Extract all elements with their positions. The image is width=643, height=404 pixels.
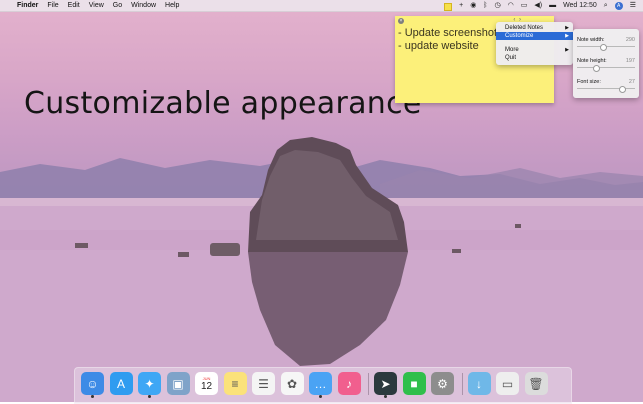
battery-icon[interactable]: ▬ xyxy=(549,0,556,11)
dock-separator xyxy=(368,373,369,395)
system-preferences-icon[interactable]: ⚙ xyxy=(431,372,454,395)
note-height-slider-knob[interactable] xyxy=(592,65,600,72)
close-note-icon[interactable]: × xyxy=(398,18,404,24)
messages-icon[interactable]: … xyxy=(309,372,332,398)
font-size-value: 27 xyxy=(628,79,635,85)
timemachine-icon[interactable]: ◷ xyxy=(495,0,501,11)
photos-icon-glyph: ✿ xyxy=(286,376,298,391)
dock-separator xyxy=(461,373,463,395)
note-height-label: Note height: xyxy=(577,58,607,64)
menu-item-quit[interactable]: Quit xyxy=(496,54,573,62)
menu-window[interactable]: Window xyxy=(131,0,156,11)
downloads-icon-glyph: ↓ xyxy=(476,376,482,391)
note-width-label: Note width: xyxy=(577,37,605,43)
font-size-slider-knob[interactable] xyxy=(619,86,627,93)
headline-text: Customizable appearance xyxy=(24,86,422,121)
menu-view[interactable]: View xyxy=(89,0,104,11)
note-content[interactable]: - Update screenshots - update website xyxy=(398,27,503,53)
submenu-arrow-icon: ▶ xyxy=(565,25,569,31)
trash-icon-glyph: 🗑 xyxy=(528,376,544,391)
search-icon[interactable]: ⌕ xyxy=(604,0,608,11)
customize-panel: Note width: 290 Note height: 197 Font si… xyxy=(573,29,639,98)
stickies-icon-glyph: ➤ xyxy=(380,376,391,391)
reminders-icon[interactable]: ☰ xyxy=(252,372,275,395)
notes-icon[interactable]: ≡ xyxy=(223,372,247,395)
menu-file[interactable]: File xyxy=(47,0,58,11)
app-store-icon-glyph: A xyxy=(116,376,125,391)
note-height-value: 197 xyxy=(625,58,635,64)
safari-icon-glyph: ✦ xyxy=(144,376,155,391)
font-size-slider[interactable] xyxy=(577,88,635,89)
submenu-arrow-icon: ▶ xyxy=(565,33,569,39)
system-preferences-icon-glyph: ⚙ xyxy=(437,376,448,391)
add-note-icon[interactable]: + xyxy=(459,0,463,11)
notification-center-icon[interactable]: ☰ xyxy=(630,0,636,11)
menu-item-customize[interactable]: Customize ▶ xyxy=(496,32,573,40)
menu-go[interactable]: Go xyxy=(113,0,122,11)
menu-app-name[interactable]: Finder xyxy=(17,0,38,11)
menu-bar: Finder File Edit View Go Window Help + ◉… xyxy=(0,0,643,12)
note-line: - Update screenshots xyxy=(398,27,503,39)
note-height-slider[interactable] xyxy=(577,67,635,68)
menu-item-label: Customize xyxy=(505,33,534,39)
note-width-control: Note width: 290 xyxy=(577,37,637,53)
running-indicator xyxy=(384,395,387,398)
font-size-label: Font size: xyxy=(577,79,601,85)
screenshot-icon-glyph: ▭ xyxy=(501,376,514,391)
note-width-slider-knob[interactable] xyxy=(600,44,608,51)
messages-icon-glyph: … xyxy=(314,376,327,391)
app-store-icon[interactable]: A xyxy=(109,372,133,395)
facetime-icon[interactable]: ■ xyxy=(402,372,426,395)
menu-edit[interactable]: Edit xyxy=(68,0,80,11)
menu-item-label: More xyxy=(505,47,519,53)
screenshot-icon[interactable]: ▭ xyxy=(496,372,519,395)
facetime-icon-glyph: ■ xyxy=(410,376,418,391)
downloads-icon[interactable]: ↓ xyxy=(467,372,491,395)
running-indicator xyxy=(91,395,94,398)
running-indicator xyxy=(148,395,151,398)
trash-icon[interactable]: 🗑 xyxy=(524,372,548,395)
notes-icon-glyph: ≡ xyxy=(231,376,239,391)
note-line: - update website xyxy=(398,40,479,52)
menu-item-label: Quit xyxy=(505,55,517,61)
reminders-icon-glyph: ☰ xyxy=(258,376,269,391)
safari-icon[interactable]: ✦ xyxy=(138,372,161,398)
note-width-value: 290 xyxy=(625,37,635,43)
note-context-menu: Deleted Notes ▶ Customize ▶ More ▶ Quit xyxy=(496,22,573,65)
calendar-day-label: 12 xyxy=(200,380,213,392)
itunes-icon-glyph: ♪ xyxy=(346,376,352,391)
note-height-control: Note height: 197 xyxy=(577,58,637,74)
preview-icon-glyph: ▣ xyxy=(172,376,184,391)
font-size-control: Font size: 27 xyxy=(577,79,637,95)
airplay-icon[interactable]: ▭ xyxy=(521,0,528,11)
finder-icon-glyph: ☺ xyxy=(86,376,99,391)
menu-item-deleted-notes[interactable]: Deleted Notes ▶ xyxy=(496,24,573,32)
submenu-arrow-icon: ▶ xyxy=(565,47,569,53)
user-avatar-icon[interactable]: A xyxy=(614,2,623,10)
menu-item-label: Deleted Notes xyxy=(505,25,544,31)
stickies-tray-icon[interactable] xyxy=(444,2,453,11)
bluetooth-icon[interactable]: ᛒ xyxy=(483,0,487,11)
calendar-icon[interactable]: JUN 12 xyxy=(195,372,218,395)
shield-icon[interactable]: ◉ xyxy=(470,0,476,11)
clock-text[interactable]: Wed 12:50 xyxy=(563,0,597,11)
menu-help[interactable]: Help xyxy=(165,0,179,11)
stickies-icon[interactable]: ➤ xyxy=(374,372,397,398)
preview-icon[interactable]: ▣ xyxy=(166,372,190,395)
photos-icon[interactable]: ✿ xyxy=(280,372,304,395)
wifi-icon[interactable]: ◠ xyxy=(508,0,514,11)
itunes-icon[interactable]: ♪ xyxy=(337,372,361,395)
menu-item-more[interactable]: More ▶ xyxy=(496,46,573,54)
finder-icon[interactable]: ☺ xyxy=(81,372,104,398)
dock: ☺ A ✦ ▣ JUN 12 ≡ ☰ ✿ … ♪ ➤ ■ ⚙ ↓ ▭ 🗑 xyxy=(74,367,572,404)
volume-icon[interactable]: ◀) xyxy=(534,0,542,11)
running-indicator xyxy=(319,395,322,398)
